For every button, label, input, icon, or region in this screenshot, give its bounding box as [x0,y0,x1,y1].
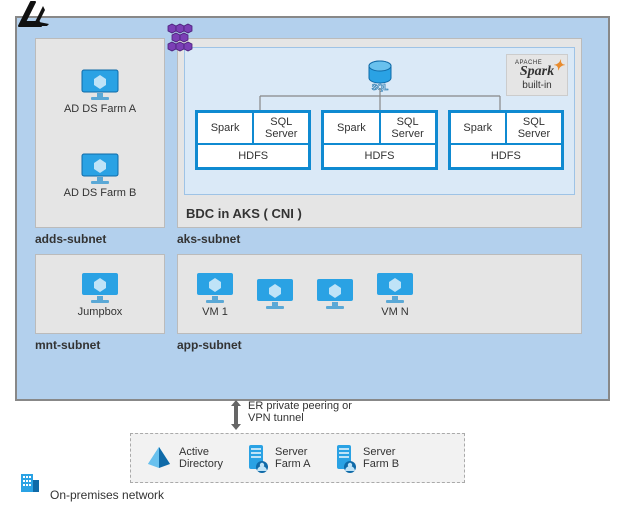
onprem-ad: Active Directory [145,444,231,472]
bdc-label: BDC in AKS ( CNI ) [186,206,302,221]
node-hdfs: HDFS [197,144,309,168]
server-icon [245,443,269,473]
connector-text: ER private peering or VPN tunnel [248,400,368,424]
node-sqlserver: SQL Server [253,112,309,144]
monitor-icon [374,270,416,304]
bdc-node: Spark SQL Server HDFS [195,110,311,170]
azure-logo [15,0,53,33]
app-vm-2 [254,276,296,312]
app-vm-n-label: VM N [381,306,409,318]
onprem-label: On-premises network [50,488,164,502]
bdc-nodes-row: Spark SQL Server HDFS Spark SQL Server H… [195,110,564,170]
aks-subnet-box: SQL APACHE Spark ✦ built-in [177,38,582,228]
tree-connector [255,88,505,110]
node-hdfs: HDFS [323,144,435,168]
onprem-server-b-label: Server Farm B [363,446,407,470]
adds-subnet-box: AD DS Farm A AD DS Farm B [35,38,165,228]
adds-farm-b-label: AD DS Farm B [64,187,137,199]
onprem-server-a-label: Server Farm A [275,446,319,470]
spark-star-icon: ✦ [552,58,564,75]
vpn-connector: ER private peering or VPN tunnel [230,400,410,430]
node-hdfs: HDFS [450,144,562,168]
cloud-region: AD DS Farm A AD DS Farm B adds-subnet [15,16,610,401]
app-subnet-label: app-subnet [177,338,582,352]
app-vm-1-label: VM 1 [202,306,228,318]
monitor-icon [254,276,296,310]
bdc-node: Spark SQL Server HDFS [321,110,437,170]
mnt-subnet-label: mnt-subnet [35,338,165,352]
monitor-icon [79,67,121,101]
onprem-ad-label: Active Directory [179,446,231,470]
node-sqlserver: SQL Server [380,112,436,144]
jumpbox-label: Jumpbox [78,306,123,318]
mnt-subnet-box: Jumpbox [35,254,165,334]
jumpbox: Jumpbox [78,270,123,318]
onprem-box: Active Directory Server Farm A Server Fa… [130,433,465,483]
double-arrow-icon [230,400,242,430]
spark-badge: APACHE Spark ✦ built-in [506,54,568,96]
monitor-icon [79,151,121,185]
aks-icon [163,22,197,55]
adds-farm-a-label: AD DS Farm A [64,103,136,115]
bdc-panel: SQL APACHE Spark ✦ built-in [184,47,575,195]
app-vm-n: VM N [374,270,416,318]
pyramid-icon [145,444,173,472]
building-icon [18,471,42,498]
node-spark: Spark [323,112,379,144]
app-subnet-box: VM 1 VM N [177,254,582,334]
bdc-node: Spark SQL Server HDFS [448,110,564,170]
node-spark: Spark [450,112,506,144]
onprem-server-a: Server Farm A [245,443,319,473]
monitor-icon [194,270,236,304]
onprem-server-b: Server Farm B [333,443,407,473]
node-spark: Spark [197,112,253,144]
node-sqlserver: SQL Server [506,112,562,144]
adds-subnet-label: adds-subnet [35,232,165,246]
monitor-icon [314,276,356,310]
aks-subnet-label: aks-subnet [177,232,582,246]
app-vm-3 [314,276,356,312]
adds-farm-a: AD DS Farm A [64,67,136,115]
monitor-icon [79,270,121,304]
adds-farm-b: AD DS Farm B [64,151,137,199]
app-vm-1: VM 1 [194,270,236,318]
server-icon [333,443,357,473]
spark-word: Spark ✦ [520,64,554,80]
spark-subtitle: built-in [522,80,551,91]
